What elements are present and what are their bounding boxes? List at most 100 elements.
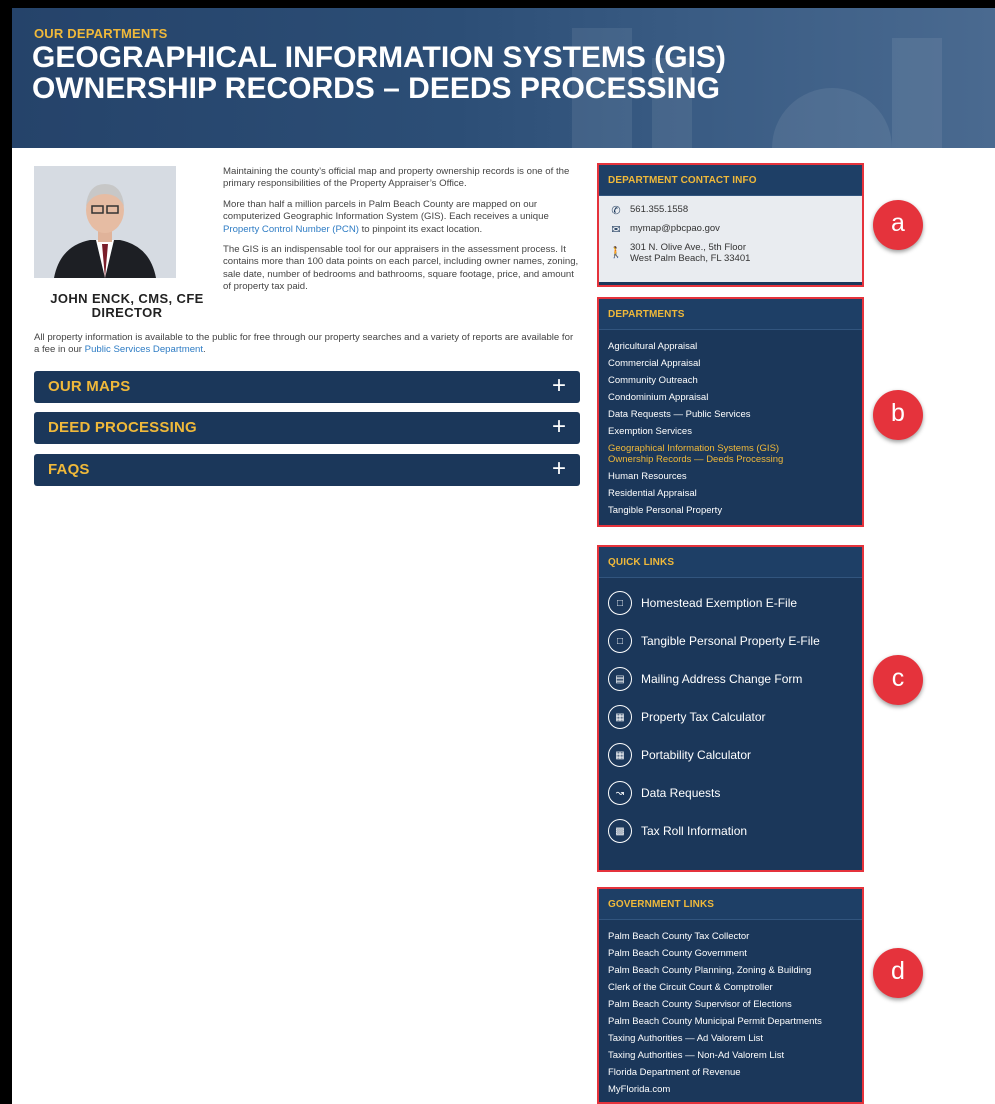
- government-link[interactable]: MyFlorida.com: [608, 1081, 853, 1098]
- breadcrumb[interactable]: OUR DEPARTMENTS: [34, 26, 167, 41]
- calculator-icon: ▦: [608, 743, 632, 767]
- accordion-label: DEED PROCESSING: [48, 419, 197, 436]
- document-icon: ▩: [608, 819, 632, 843]
- intro-text-fragment: to pinpoint its exact location.: [358, 223, 483, 235]
- plus-icon[interactable]: +: [552, 373, 566, 399]
- panel-heading: DEPARTMENTS: [599, 299, 862, 330]
- email-address[interactable]: mymap@pbcpao.gov: [630, 223, 720, 234]
- quick-link-label[interactable]: Mailing Address Change Form: [641, 672, 802, 686]
- accordion-label: FAQS: [48, 461, 90, 478]
- quick-link-label[interactable]: Data Requests: [641, 786, 720, 800]
- departments-list: Agricultural Appraisal Commercial Apprai…: [599, 330, 862, 527]
- intro-text-fragment: More than half a million parcels in Palm…: [223, 198, 549, 223]
- government-link[interactable]: Taxing Authorities — Ad Valorem List: [608, 1030, 853, 1047]
- government-link[interactable]: Palm Beach County Government: [608, 945, 853, 962]
- address-card-icon: ▤: [608, 667, 632, 691]
- contact-address: 🚶 301 N. Olive Ave., 5th Floor West Palm…: [608, 242, 853, 268]
- intro-paragraph: More than half a million parcels in Palm…: [223, 199, 580, 236]
- government-links-panel: GOVERNMENT LINKS Palm Beach County Tax C…: [597, 887, 864, 1104]
- panel-heading: DEPARTMENT CONTACT INFO: [599, 165, 862, 196]
- director-caption: JOHN ENCK, CMS, CFE DIRECTOR: [34, 292, 220, 320]
- page-banner: OUR DEPARTMENTS GEOGRAPHICAL INFORMATION…: [12, 8, 995, 148]
- annotation-badge-b: b: [873, 390, 923, 440]
- accordion-label: OUR MAPS: [48, 378, 131, 395]
- annotation-badge-d: d: [873, 948, 923, 998]
- contact-email[interactable]: ✉ mymap@pbcpao.gov: [608, 223, 853, 242]
- window-frame-top: [0, 0, 995, 8]
- public-services-link[interactable]: Public Services Department: [85, 344, 203, 355]
- government-link[interactable]: Florida Department of Revenue: [608, 1064, 853, 1081]
- department-link[interactable]: Condominium Appraisal: [608, 389, 853, 406]
- department-link[interactable]: Human Resources: [608, 468, 853, 485]
- department-link[interactable]: Commercial Appraisal: [608, 355, 853, 372]
- department-link[interactable]: Exemption Services: [608, 423, 853, 440]
- quick-link-label[interactable]: Tax Roll Information: [641, 824, 747, 838]
- government-link[interactable]: Clerk of the Circuit Court & Comptroller: [608, 979, 853, 996]
- department-link[interactable]: Community Outreach: [608, 372, 853, 389]
- quick-links-panel: QUICK LINKS □ Homestead Exemption E-File…: [597, 545, 864, 872]
- government-link[interactable]: Palm Beach County Municipal Permit Depar…: [608, 1013, 853, 1030]
- department-link[interactable]: Agricultural Appraisal: [608, 338, 853, 355]
- quick-links-list: □ Homestead Exemption E-File □ Tangible …: [599, 578, 862, 858]
- quick-link[interactable]: ▩ Tax Roll Information: [608, 812, 853, 850]
- walking-person-icon: 🚶: [609, 247, 623, 259]
- director-title: DIRECTOR: [91, 305, 163, 320]
- government-link[interactable]: Palm Beach County Tax Collector: [608, 928, 853, 945]
- accordion-our-maps[interactable]: OUR MAPS +: [34, 371, 580, 403]
- contact-phone[interactable]: ✆ 561.355.1558: [608, 204, 853, 223]
- department-link[interactable]: Data Requests — Public Services: [608, 406, 853, 423]
- quick-link[interactable]: ↝ Data Requests: [608, 774, 853, 812]
- department-link-line: Geographical Information Systems (GIS): [608, 443, 780, 454]
- plus-icon[interactable]: +: [552, 414, 566, 440]
- page-title-line-1: GEOGRAPHICAL INFORMATION SYSTEMS (GIS): [32, 41, 726, 74]
- government-link[interactable]: Palm Beach County Supervisor of Election…: [608, 996, 853, 1013]
- intro-paragraph: The GIS is an indispensable tool for our…: [223, 244, 579, 293]
- government-link[interactable]: Taxing Authorities — Non-Ad Valorem List: [608, 1047, 853, 1064]
- panel-heading: GOVERNMENT LINKS: [599, 889, 862, 920]
- quick-link[interactable]: □ Tangible Personal Property E-File: [608, 622, 853, 660]
- address: 301 N. Olive Ave., 5th Floor West Palm B…: [630, 242, 750, 264]
- quick-link-label[interactable]: Property Tax Calculator: [641, 710, 766, 724]
- annotation-badge-a: a: [873, 200, 923, 250]
- phone-icon: ✆: [611, 205, 621, 217]
- department-link[interactable]: Residential Appraisal: [608, 485, 853, 502]
- page-title-line-2: OWNERSHIP RECORDS – DEEDS PROCESSING: [32, 72, 720, 105]
- quick-link-label[interactable]: Portability Calculator: [641, 748, 751, 762]
- window-frame-left: [0, 0, 12, 1104]
- quick-link[interactable]: ▦ Property Tax Calculator: [608, 698, 853, 736]
- annotation-badge-c: c: [873, 655, 923, 705]
- quick-link[interactable]: ▤ Mailing Address Change Form: [608, 660, 853, 698]
- department-link[interactable]: Tangible Personal Property: [608, 502, 853, 519]
- address-line: West Palm Beach, FL 33401: [630, 253, 751, 264]
- public-info-paragraph: All property information is available to…: [34, 332, 580, 357]
- chart-icon: ↝: [608, 781, 632, 805]
- intro-text: Maintaining the county’s official map an…: [223, 166, 580, 302]
- phone-number[interactable]: 561.355.1558: [630, 204, 688, 215]
- address-line: 301 N. Olive Ave., 5th Floor: [630, 242, 746, 253]
- department-link-line: Ownership Records — Deeds Processing: [608, 454, 784, 465]
- director-photo: [34, 166, 176, 278]
- quick-link-label[interactable]: Homestead Exemption E-File: [641, 596, 797, 610]
- laptop-icon: □: [608, 629, 632, 653]
- government-links-list: Palm Beach County Tax Collector Palm Bea…: [599, 920, 862, 1104]
- envelope-icon: ✉: [611, 224, 621, 236]
- page-title: GEOGRAPHICAL INFORMATION SYSTEMS (GIS) O…: [32, 42, 726, 104]
- director-name: JOHN ENCK, CMS, CFE: [50, 291, 204, 306]
- accordion-faqs[interactable]: FAQS +: [34, 454, 580, 486]
- department-contact-panel: DEPARTMENT CONTACT INFO ✆ 561.355.1558 ✉…: [597, 163, 864, 287]
- plus-icon[interactable]: +: [552, 456, 566, 482]
- department-link-active[interactable]: Geographical Information Systems (GIS) O…: [608, 440, 853, 468]
- pcn-link[interactable]: Property Control Number (PCN): [223, 224, 359, 235]
- government-link[interactable]: Palm Beach County Planning, Zoning & Bui…: [608, 962, 853, 979]
- intro-paragraph: Maintaining the county’s official map an…: [223, 166, 570, 190]
- quick-link[interactable]: □ Homestead Exemption E-File: [608, 584, 853, 622]
- contact-details: ✆ 561.355.1558 ✉ mymap@pbcpao.gov 🚶 301 …: [599, 196, 862, 282]
- departments-panel: DEPARTMENTS Agricultural Appraisal Comme…: [597, 297, 864, 527]
- skyline-shape: [892, 38, 942, 148]
- quick-link-label[interactable]: Tangible Personal Property E-File: [641, 634, 820, 648]
- panel-heading: QUICK LINKS: [599, 547, 862, 578]
- bridge-arch-shape: [772, 88, 892, 148]
- quick-link[interactable]: ▦ Portability Calculator: [608, 736, 853, 774]
- accordion-deed-processing[interactable]: DEED PROCESSING +: [34, 412, 580, 444]
- public-info-text: .: [203, 344, 206, 356]
